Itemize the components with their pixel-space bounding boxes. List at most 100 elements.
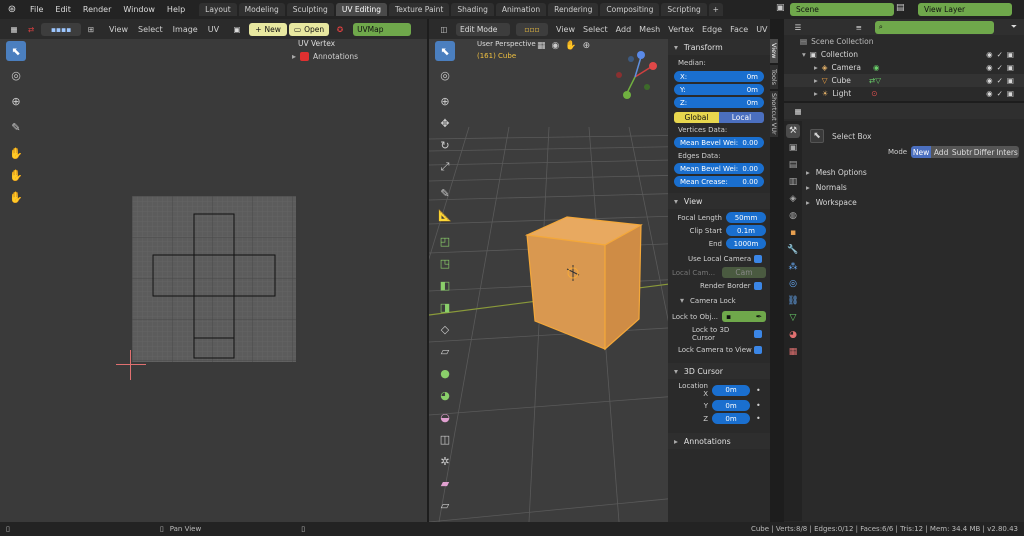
vp-extrude-icon[interactable]: ◰: [435, 231, 455, 251]
annotate-tool-icon[interactable]: ✎: [6, 117, 26, 137]
location-z-field[interactable]: 0m: [712, 413, 750, 424]
vp-menu-uv[interactable]: UV: [756, 25, 767, 34]
select-tool-icon[interactable]: ⬉: [6, 41, 26, 61]
vp-spin-icon[interactable]: ●: [435, 363, 455, 383]
vp-rotate-icon[interactable]: ↻: [435, 135, 455, 155]
camera-lock-header[interactable]: ▾ Camera Lock: [680, 296, 766, 305]
tab-scripting[interactable]: Scripting: [661, 3, 707, 16]
render-tab-icon[interactable]: ▣: [786, 141, 800, 155]
new-image-button[interactable]: + New: [249, 22, 288, 36]
cursor-tool-icon[interactable]: ◎: [6, 65, 26, 85]
outliner-search-input[interactable]: ⌕: [874, 20, 995, 34]
sticky-select-icon[interactable]: ⊞: [81, 23, 101, 36]
visibility-icons[interactable]: ◉✓▣: [986, 76, 1018, 85]
tab-rendering[interactable]: Rendering: [548, 3, 599, 16]
vp-measure-icon[interactable]: 📐: [435, 205, 455, 225]
location-x-field[interactable]: 0m: [712, 384, 750, 396]
material-tab-icon[interactable]: ◕: [786, 328, 800, 342]
vp-menu-face[interactable]: Face: [730, 25, 748, 34]
editor-type-icon[interactable]: ▦: [3, 23, 25, 36]
annotations-panel-header[interactable]: ▸ Annotations: [668, 433, 770, 449]
visibility-icons[interactable]: ◉✓▣: [986, 63, 1018, 72]
vertex-bevel-weight-field[interactable]: Mean Bevel Wei: 0.00: [674, 137, 764, 148]
tab-modeling[interactable]: Modeling: [238, 3, 285, 16]
vp-annotate-icon[interactable]: ✎: [435, 183, 455, 203]
world-tab-icon[interactable]: ◍: [786, 209, 800, 223]
tab-compositing[interactable]: Compositing: [600, 3, 660, 16]
mode-new-button[interactable]: New: [911, 146, 932, 158]
filter-icon[interactable]: ⏷: [1004, 21, 1024, 34]
mean-crease-field[interactable]: Mean Crease: 0.00: [674, 176, 764, 187]
menu-render[interactable]: Render: [77, 5, 117, 14]
tab-texture-paint[interactable]: Texture Paint: [388, 3, 450, 16]
view-layer-icon[interactable]: ▤: [896, 3, 908, 15]
lock-to-object-field[interactable]: ▪ ✒: [722, 311, 766, 322]
output-tab-icon[interactable]: ▤: [786, 158, 800, 172]
focal-length-field[interactable]: 50mm: [726, 212, 766, 223]
checkbox-icon[interactable]: [300, 52, 310, 61]
light-data-icon[interactable]: ⊙: [871, 89, 877, 98]
eyedropper-icon[interactable]: ✒: [756, 312, 762, 321]
select-mode-icons[interactable]: ▫▫▫: [516, 22, 548, 36]
keyframe-dot-icon[interactable]: •: [756, 386, 761, 395]
menu-edit[interactable]: Edit: [49, 5, 77, 14]
vp-menu-mesh[interactable]: Mesh: [639, 25, 660, 34]
menu-file[interactable]: File: [24, 5, 49, 14]
display-mode-icon[interactable]: ≡: [849, 21, 869, 34]
x-axis-icon[interactable]: [649, 62, 657, 70]
select-box-icon[interactable]: ⬉: [810, 129, 824, 143]
y-axis-icon[interactable]: [623, 91, 631, 99]
location-y-field[interactable]: 0m: [712, 400, 750, 411]
image-browse-icon[interactable]: ▣: [229, 23, 245, 36]
hand-icon[interactable]: ✋: [565, 41, 576, 51]
median-x-field[interactable]: X: 0m: [674, 71, 764, 82]
visibility-icons[interactable]: ◉✓▣: [986, 89, 1018, 98]
use-local-camera-checkbox[interactable]: [754, 255, 762, 263]
uv-menu-uv[interactable]: UV: [208, 25, 219, 34]
open-image-button[interactable]: ▭ Open: [289, 22, 330, 36]
uv-select-mode-icons[interactable]: ▪▪▪▪: [41, 22, 81, 36]
menu-window[interactable]: Window: [117, 5, 161, 14]
scene-icon[interactable]: ▣: [776, 3, 788, 15]
tab-sculpting[interactable]: Sculpting: [286, 3, 334, 16]
tool-tab-icon[interactable]: ⚒: [786, 124, 800, 138]
vp-menu-view[interactable]: View: [556, 25, 575, 34]
blender-logo-icon[interactable]: ⊛: [6, 4, 18, 16]
properties-editor-type-icon[interactable]: ▦: [787, 105, 809, 118]
navigation-gizmo[interactable]: [609, 49, 661, 101]
uv-menu-image[interactable]: Image: [173, 25, 198, 34]
outliner-camera-row[interactable]: ▸ ◈ Camera ◉ ◉✓▣: [784, 61, 1024, 74]
median-y-field[interactable]: Y: 0m: [674, 84, 764, 95]
collection-row[interactable]: ▾ ▣ Collection ◉✓▣: [784, 48, 1024, 61]
n-tab-tools[interactable]: Tools: [770, 65, 778, 89]
mode-selector[interactable]: Edit Mode: [456, 22, 510, 36]
n-tab-view[interactable]: View: [770, 39, 778, 63]
local-toggle[interactable]: Local: [719, 112, 764, 123]
vp-menu-vertex[interactable]: Vertex: [668, 25, 694, 34]
outliner-cube-row[interactable]: ▸ ▽ Cube ⇄▽ ◉✓▣: [784, 74, 1024, 87]
vp-knife-icon[interactable]: ◇: [435, 319, 455, 339]
vp-select-tool-icon[interactable]: ⬉: [435, 41, 455, 61]
modifiers-tab-icon[interactable]: 🔧: [786, 243, 800, 257]
vp-menu-add[interactable]: Add: [616, 25, 632, 34]
texture-tab-icon[interactable]: ▦: [786, 345, 800, 359]
local-camera-field[interactable]: Cam: [722, 267, 766, 278]
z-axis-icon[interactable]: [637, 51, 645, 59]
visibility-icons[interactable]: ◉✓▣: [986, 50, 1018, 59]
n-tab-shortcut-vur[interactable]: Shortcut VUr: [770, 91, 778, 137]
clip-start-field[interactable]: 0.1m: [726, 225, 766, 236]
keyframe-dot-icon[interactable]: •: [756, 401, 761, 410]
mesh-data-icon[interactable]: ⇄▽: [869, 76, 881, 85]
view-layer-tab-icon[interactable]: ▥: [786, 175, 800, 189]
scene-collection-row[interactable]: ▤ Scene Collection: [784, 35, 1024, 48]
tab-uv-editing[interactable]: UV Editing: [335, 3, 387, 16]
vp-menu-select[interactable]: Select: [583, 25, 608, 34]
move-tool-icon[interactable]: ⊕: [6, 91, 26, 111]
vp-loopcut-icon[interactable]: ◨: [435, 297, 455, 317]
tab-shading[interactable]: Shading: [451, 3, 494, 16]
vp-edge-slide-icon[interactable]: ◒: [435, 407, 455, 427]
object-tab-icon[interactable]: ▪: [786, 226, 800, 240]
viewport-editor-type-icon[interactable]: ◫: [432, 23, 456, 36]
uv-grid[interactable]: [132, 196, 296, 362]
global-toggle[interactable]: Global: [674, 112, 719, 123]
